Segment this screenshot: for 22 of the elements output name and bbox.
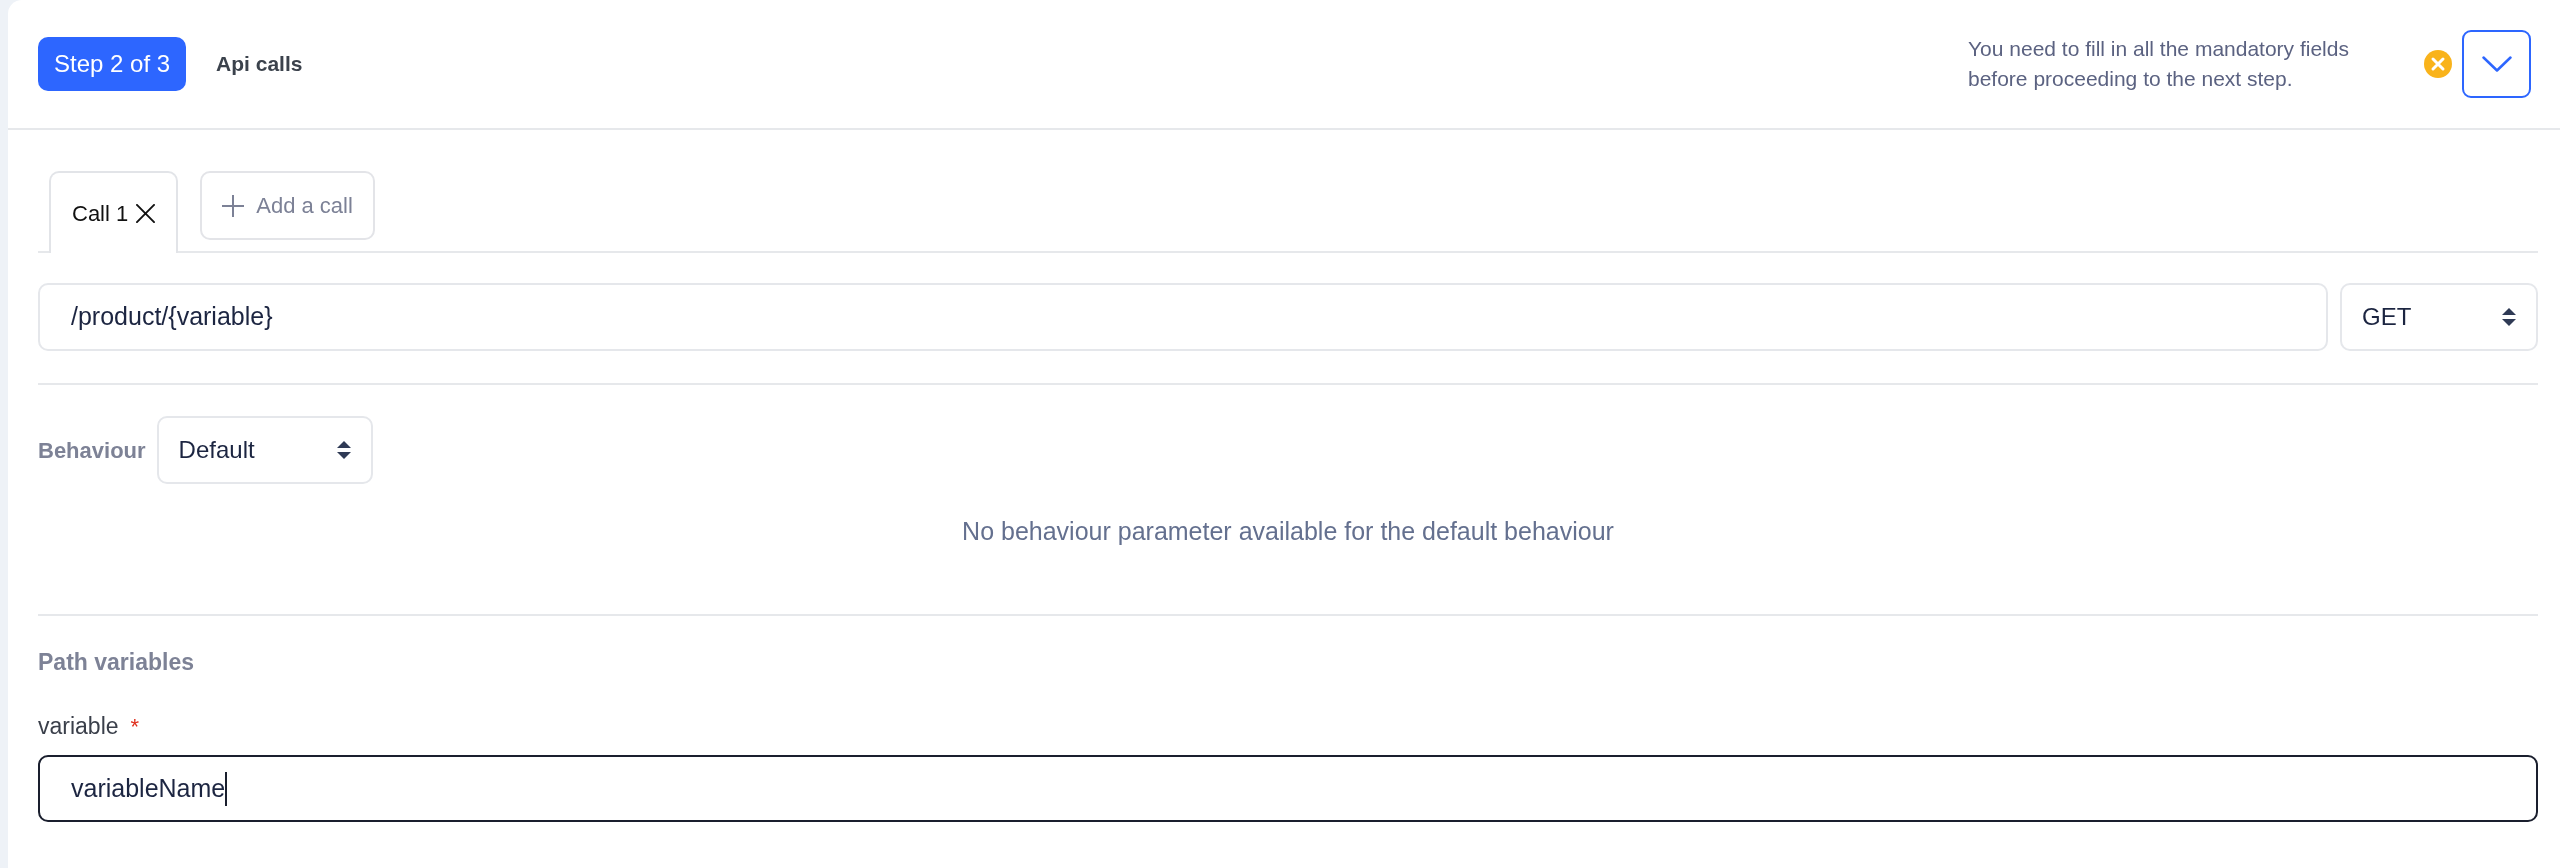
- behaviour-select[interactable]: Default: [156, 416, 373, 484]
- text-cursor-icon: [225, 771, 228, 806]
- url-field[interactable]: /product/{variable}: [38, 283, 2328, 351]
- field-label: variable: [38, 711, 119, 741]
- up-down-caret-icon: [2502, 308, 2516, 326]
- required-mark: *: [130, 712, 140, 741]
- close-icon[interactable]: [136, 203, 156, 223]
- expand-button[interactable]: [2462, 30, 2531, 98]
- section-heading: Path variables: [38, 648, 194, 677]
- chevron-down-icon: [2481, 56, 2512, 72]
- call-tab[interactable]: Call 1: [49, 171, 179, 253]
- variable-field[interactable]: variableName: [38, 755, 2538, 822]
- method-select[interactable]: GET: [2340, 283, 2538, 351]
- x-circle-icon: [2424, 50, 2452, 78]
- add-call-button[interactable]: Add a call: [200, 171, 375, 240]
- plus-icon: [222, 194, 245, 217]
- warning-message: You need to fill in all the mandatory fields before proceeding to the next step.: [1968, 36, 2350, 92]
- up-down-caret-icon: [336, 441, 351, 459]
- behaviour-label: Behaviour: [38, 436, 146, 465]
- section-title: Api calls: [216, 51, 303, 78]
- step-badge: Step 2 of 3: [38, 37, 187, 91]
- behaviour-message: No behaviour parameter available for the default behaviour: [962, 516, 1614, 546]
